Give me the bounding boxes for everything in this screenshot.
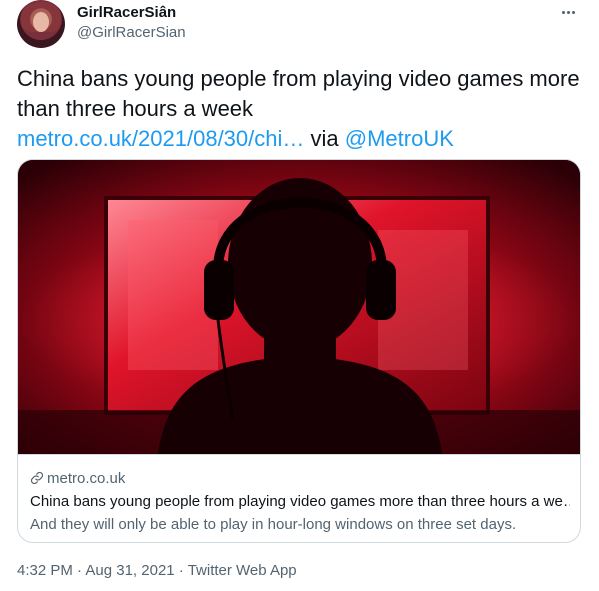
via-text: via (304, 126, 345, 151)
tweet-meta: 4:32 PM · Aug 31, 2021 · Twitter Web App (17, 562, 297, 579)
tweet-source[interactable]: Twitter Web App (188, 562, 297, 579)
card-domain: metro.co.uk (47, 469, 126, 487)
profile-avatar[interactable] (17, 0, 65, 48)
card-info[interactable]: metro.co.uk China bans young people from… (18, 454, 580, 542)
card-title: China bans young people from playing vid… (30, 493, 570, 510)
card-domain-row: metro.co.uk (30, 468, 570, 488)
link-preview-card[interactable]: metro.co.uk China bans young people from… (17, 159, 581, 543)
card-image[interactable] (18, 160, 580, 454)
tweet-time[interactable]: 4:32 PM (17, 562, 73, 579)
tweet-link[interactable]: metro.co.uk/2021/08/30/chi… (17, 126, 304, 151)
author-display-name[interactable]: GirlRacerSiân (77, 4, 176, 21)
tweet-date[interactable]: Aug 31, 2021 (85, 562, 174, 579)
author-handle[interactable]: @GirlRacerSian (77, 24, 186, 41)
mention-link[interactable]: @MetroUK (345, 126, 454, 151)
card-description: And they will only be able to play in ho… (30, 516, 517, 533)
tweet-body-text: China bans young people from playing vid… (17, 66, 580, 121)
tweet-text: China bans young people from playing vid… (17, 64, 587, 154)
link-icon (30, 471, 44, 485)
meta-separator: · (72, 562, 86, 579)
more-options-icon[interactable] (557, 2, 579, 22)
meta-separator: · (174, 562, 188, 579)
tweet: GirlRacerSiân @GirlRacerSian China bans … (0, 0, 599, 591)
